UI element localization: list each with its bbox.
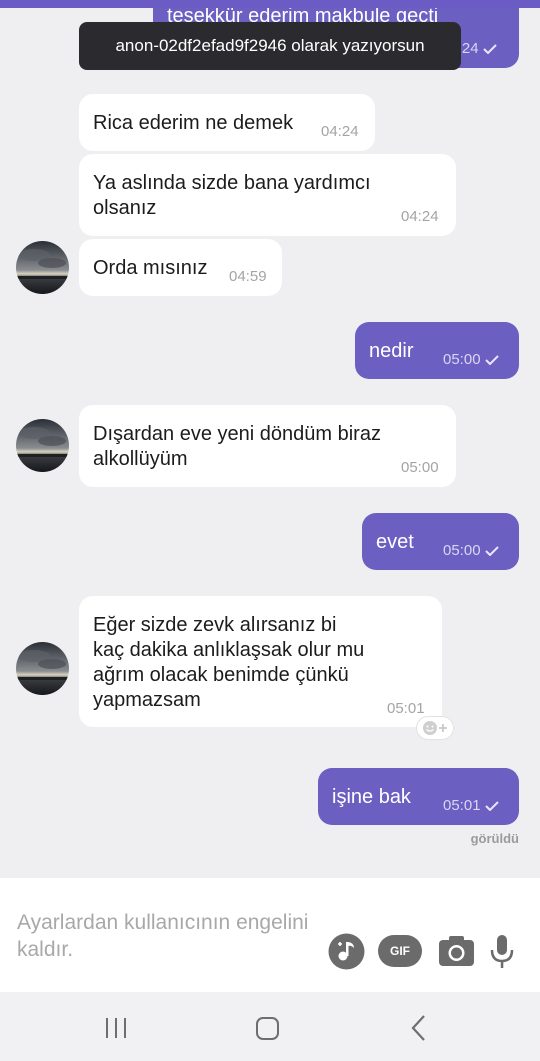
camera-icon [439, 936, 474, 966]
microphone-icon [490, 935, 514, 968]
message-bubble-incoming[interactable]: Dışardan eve yeni döndüm biraz alkollüyü… [79, 405, 456, 487]
back-button[interactable] [409, 1014, 429, 1042]
message-time: 05:00 [443, 347, 499, 372]
check-icon [482, 44, 497, 55]
message-bubble-incoming[interactable]: Eğer sizde zevk alırsanız bi kaç dakika … [79, 596, 442, 727]
music-icon [328, 933, 365, 970]
avatar[interactable] [16, 241, 69, 294]
check-icon [484, 546, 499, 557]
message-text-line: yapmazsam [93, 689, 201, 711]
gif-label: GIF [390, 944, 410, 958]
message-time: 05:00 [401, 459, 439, 476]
message-text: nedir [369, 340, 414, 362]
message-time: 05:01 [443, 793, 499, 818]
microphone-button[interactable] [489, 933, 515, 970]
seen-status: görüldü [470, 831, 519, 846]
message-bubble-incoming[interactable]: Ya aslında sizde bana yardımcı olsanız 0… [79, 154, 456, 236]
message-bubble-outgoing[interactable]: işine bak 05:01 [318, 768, 519, 825]
back-icon [411, 1015, 425, 1041]
check-icon [484, 801, 499, 812]
message-bubble-incoming[interactable]: Orda mısınız 04:59 [79, 239, 282, 296]
message-text: Orda mısınız [93, 257, 208, 279]
message-text-line: Eğer sizde zevk alırsanız bi [93, 614, 337, 636]
message-text: işine bak [332, 786, 411, 808]
add-reaction-button[interactable] [416, 716, 454, 740]
message-list[interactable]: teşekkür ederim makbule geçti 04:24 anon… [0, 0, 540, 878]
music-button[interactable] [328, 933, 365, 970]
message-time: 04:24 [401, 208, 439, 225]
home-icon [256, 1017, 279, 1040]
camera-button[interactable] [438, 934, 475, 967]
message-time: 04:24 [321, 123, 359, 140]
message-bubble-incoming[interactable]: Rica ederim ne demek 04:24 [79, 94, 375, 151]
message-text: evet [376, 531, 414, 553]
message-time: 05:00 [443, 538, 499, 563]
emoji-add-icon [423, 721, 447, 735]
message-bubble-outgoing[interactable]: evet 05:00 [362, 513, 519, 570]
message-input[interactable]: Ayarlardan kullanıcının engelini kaldır. [17, 909, 317, 963]
gif-button[interactable]: GIF [378, 935, 422, 967]
avatar[interactable] [16, 642, 69, 695]
message-text-line: Dışardan eve yeni döndüm biraz [93, 423, 381, 445]
top-bar [0, 0, 540, 8]
message-text-line: olsanız [93, 197, 157, 219]
message-text: Rica ederim ne demek [93, 112, 294, 134]
message-text-line: alkollüyüm [93, 448, 188, 470]
avatar[interactable] [16, 419, 69, 472]
recent-apps-icon [106, 1018, 126, 1038]
message-text-line: Ya aslında sizde bana yardımcı [93, 172, 371, 194]
message-text-line: kaç dakika anlıklaşsak olur mu [93, 639, 365, 661]
check-icon [484, 355, 499, 366]
message-time: 04:59 [229, 268, 267, 285]
message-bubble-outgoing[interactable]: nedir 05:00 [355, 322, 519, 379]
message-text-line: ağrım olacak benimde çünkü [93, 664, 349, 686]
home-button[interactable] [255, 1016, 280, 1041]
identity-toast: anon-02df2efad9f2946 olarak yazıyorsun [79, 22, 461, 70]
recent-apps-button[interactable] [103, 1017, 129, 1039]
